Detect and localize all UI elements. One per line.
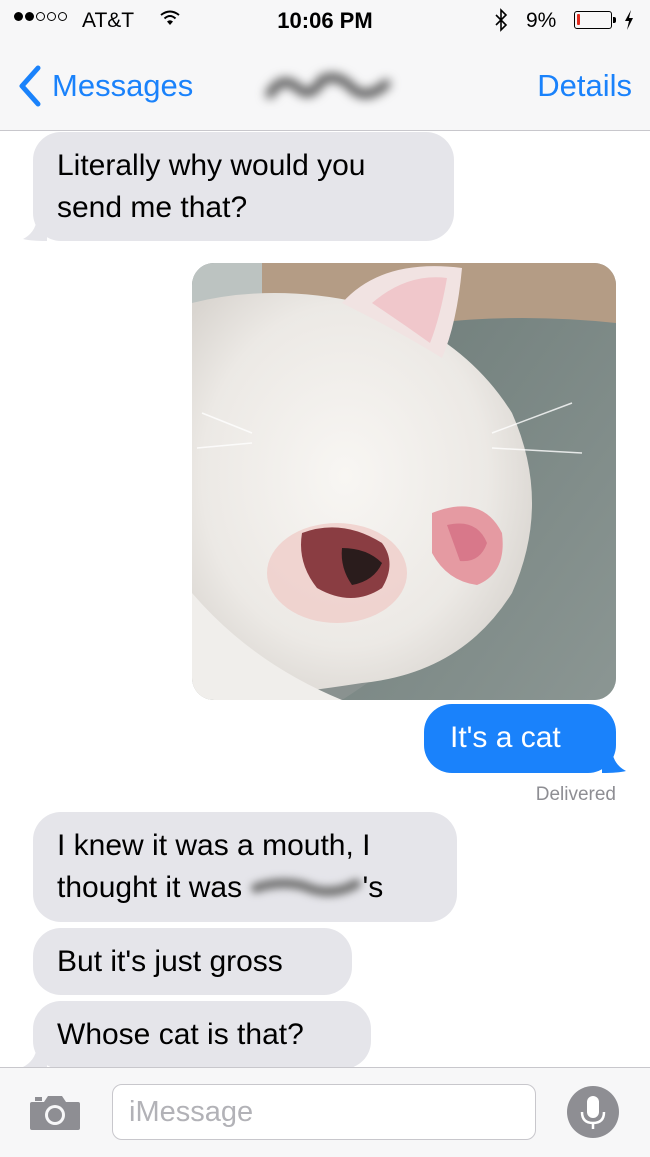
message-text-line: thought it was 's	[57, 871, 384, 904]
message-text: But it's just gross	[57, 945, 283, 978]
microphone-button[interactable]	[567, 1086, 619, 1138]
battery-percent: 9%	[526, 9, 557, 32]
chevron-left-icon	[19, 65, 41, 107]
battery-icon	[574, 11, 616, 29]
bluetooth-icon	[494, 8, 508, 37]
message-text: Whose cat is that?	[57, 1018, 304, 1051]
back-button[interactable]: Messages	[14, 60, 193, 112]
redacted-name	[251, 878, 362, 897]
battery-level-fill	[577, 14, 580, 25]
back-button-label: Messages	[52, 68, 194, 103]
message-input-bar	[0, 1067, 650, 1157]
message-thread[interactable]: Literally why would you send me that? It…	[0, 131, 650, 1067]
received-message-bubble[interactable]: Literally why would you send me that?	[23, 132, 454, 241]
details-button[interactable]: Details	[537, 68, 632, 104]
received-message-bubble[interactable]: But it's just gross	[33, 928, 352, 995]
message-text-line: send me that?	[57, 191, 248, 224]
received-message-bubble[interactable]: I knew it was a mouth, I thought it was …	[33, 812, 457, 922]
message-text-line: I knew it was a mouth, I	[57, 829, 371, 862]
sent-photo[interactable]	[192, 263, 616, 700]
contact-name-redacted	[265, 73, 391, 99]
navigation-bar: Messages Details	[0, 40, 650, 131]
received-message-bubble[interactable]: Whose cat is that?	[23, 1001, 371, 1067]
microphone-icon	[580, 1096, 606, 1129]
charging-icon	[623, 9, 635, 36]
message-text-line: Literally why would you	[57, 149, 366, 182]
sent-message-bubble[interactable]: It's a cat	[424, 704, 626, 773]
imessage-input[interactable]	[112, 1084, 536, 1140]
cat-photo-image	[192, 263, 616, 700]
delivery-status: Delivered	[535, 784, 616, 805]
message-text: It's a cat	[450, 721, 561, 754]
status-bar: AT&T 10:06 PM 9%	[0, 0, 650, 40]
camera-icon[interactable]	[28, 1092, 82, 1132]
